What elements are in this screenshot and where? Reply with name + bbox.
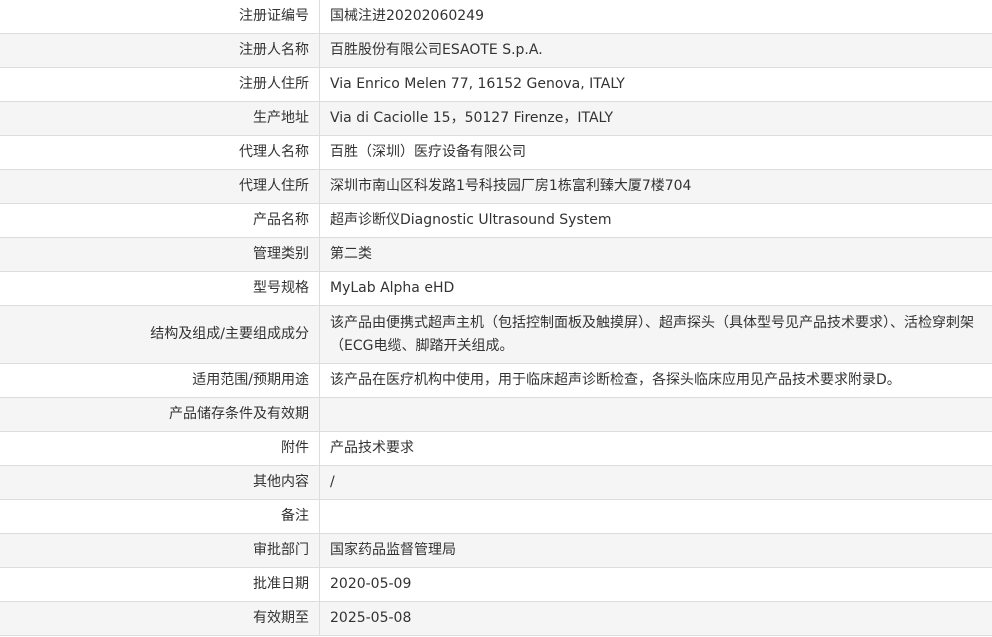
row-value: 超声诊断仪Diagnostic Ultrasound System bbox=[319, 203, 992, 238]
row-label: 结构及组成/主要组成成分 bbox=[0, 305, 320, 364]
row-value: 该产品在医疗机构中使用，用于临床超声诊断检查，各探头临床应用见产品技术要求附录D… bbox=[319, 363, 992, 398]
row-label: 代理人名称 bbox=[0, 135, 320, 170]
row-value bbox=[319, 397, 992, 432]
row-label: 适用范围/预期用途 bbox=[0, 363, 320, 398]
row-label: 有效期至 bbox=[0, 601, 320, 636]
row-label: 型号规格 bbox=[0, 271, 320, 306]
row-value: 深圳市南山区科发路1号科技园厂房1栋富利臻大厦7楼704 bbox=[319, 169, 992, 204]
table-row: 注册人名称 百胜股份有限公司ESAOTE S.p.A. bbox=[0, 33, 992, 68]
row-label: 注册人住所 bbox=[0, 67, 320, 102]
row-value: 该产品由便携式超声主机（包括控制面板及触摸屏）、超声探头（具体型号见产品技术要求… bbox=[319, 305, 992, 364]
table-row: 审批部门 国家药品监督管理局 bbox=[0, 533, 992, 568]
table-row: 生产地址 Via di Caciolle 15，50127 Firenze，IT… bbox=[0, 101, 992, 136]
table-row: 型号规格 MyLab Alpha eHD bbox=[0, 271, 992, 306]
table-row: 产品储存条件及有效期 bbox=[0, 397, 992, 432]
row-label: 备注 bbox=[0, 499, 320, 534]
table-row: 代理人住所 深圳市南山区科发路1号科技园厂房1栋富利臻大厦7楼704 bbox=[0, 169, 992, 204]
row-value: 国家药品监督管理局 bbox=[319, 533, 992, 568]
row-value: Via di Caciolle 15，50127 Firenze，ITALY bbox=[319, 101, 992, 136]
row-label: 附件 bbox=[0, 431, 320, 466]
row-value: 百胜股份有限公司ESAOTE S.p.A. bbox=[319, 33, 992, 68]
table-row: 附件 产品技术要求 bbox=[0, 431, 992, 466]
row-label: 注册人名称 bbox=[0, 33, 320, 68]
table-row: 适用范围/预期用途 该产品在医疗机构中使用，用于临床超声诊断检查，各探头临床应用… bbox=[0, 363, 992, 398]
row-value: / bbox=[319, 465, 992, 500]
row-label: 代理人住所 bbox=[0, 169, 320, 204]
table-row: 批准日期 2020-05-09 bbox=[0, 567, 992, 602]
table-row: 产品名称 超声诊断仪Diagnostic Ultrasound System bbox=[0, 203, 992, 238]
row-label: 产品储存条件及有效期 bbox=[0, 397, 320, 432]
row-value: Via Enrico Melen 77, 16152 Genova, ITALY bbox=[319, 67, 992, 102]
row-value bbox=[319, 499, 992, 534]
row-label: 产品名称 bbox=[0, 203, 320, 238]
row-label: 注册证编号 bbox=[0, 0, 320, 34]
row-label: 管理类别 bbox=[0, 237, 320, 272]
row-label: 其他内容 bbox=[0, 465, 320, 500]
table-row: 代理人名称 百胜（深圳）医疗设备有限公司 bbox=[0, 135, 992, 170]
table-row: 管理类别 第二类 bbox=[0, 237, 992, 272]
row-value: 产品技术要求 bbox=[319, 431, 992, 466]
row-value: 百胜（深圳）医疗设备有限公司 bbox=[319, 135, 992, 170]
row-label: 生产地址 bbox=[0, 101, 320, 136]
registration-detail-table: 注册证编号 国械注进20202060249 注册人名称 百胜股份有限公司ESAO… bbox=[0, 0, 992, 636]
row-value: 第二类 bbox=[319, 237, 992, 272]
row-value: MyLab Alpha eHD bbox=[319, 271, 992, 306]
row-value: 国械注进20202060249 bbox=[319, 0, 992, 34]
table-row: 其他内容 / bbox=[0, 465, 992, 500]
row-value: 2020-05-09 bbox=[319, 567, 992, 602]
table-row: 注册人住所 Via Enrico Melen 77, 16152 Genova,… bbox=[0, 67, 992, 102]
table-row: 备注 bbox=[0, 499, 992, 534]
row-value: 2025-05-08 bbox=[319, 601, 992, 636]
table-row: 有效期至 2025-05-08 bbox=[0, 601, 992, 636]
table-row: 注册证编号 国械注进20202060249 bbox=[0, 0, 992, 34]
row-label: 批准日期 bbox=[0, 567, 320, 602]
row-label: 审批部门 bbox=[0, 533, 320, 568]
table-row: 结构及组成/主要组成成分 该产品由便携式超声主机（包括控制面板及触摸屏）、超声探… bbox=[0, 305, 992, 364]
